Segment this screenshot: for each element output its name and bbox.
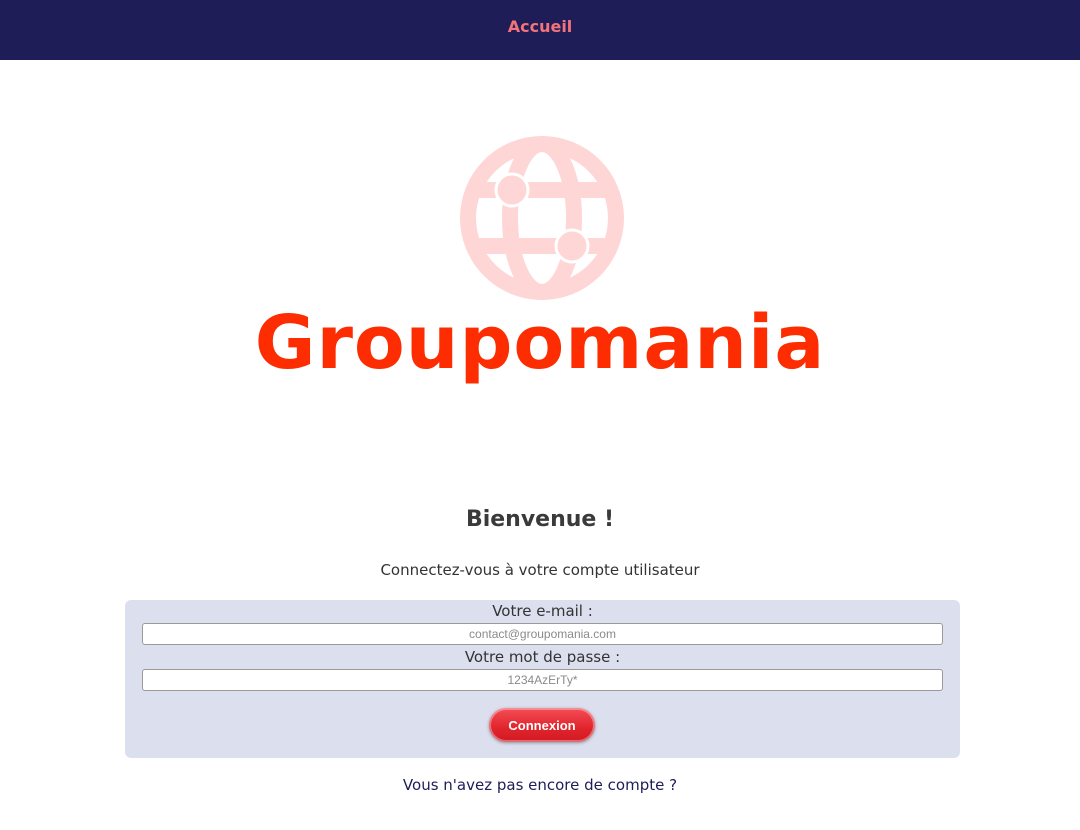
password-label: Votre mot de passe : xyxy=(464,648,621,666)
page-subtitle: Connectez-vous à votre compte utilisateu… xyxy=(380,561,700,579)
login-form: Votre e-mail : Votre mot de passe : Conn… xyxy=(125,600,960,758)
logo-wordmark: Groupomania xyxy=(254,300,826,386)
top-navbar: Accueil xyxy=(0,0,1080,60)
email-label: Votre e-mail : xyxy=(492,602,593,620)
login-button[interactable]: Connexion xyxy=(489,708,595,742)
nav-home-link[interactable]: Accueil xyxy=(508,17,573,36)
globe-icon xyxy=(456,132,628,304)
email-field[interactable] xyxy=(142,623,943,645)
signup-link[interactable]: Vous n'avez pas encore de compte ? xyxy=(0,776,1080,794)
page-title: Bienvenue ! xyxy=(465,507,615,532)
password-field[interactable] xyxy=(142,669,943,691)
